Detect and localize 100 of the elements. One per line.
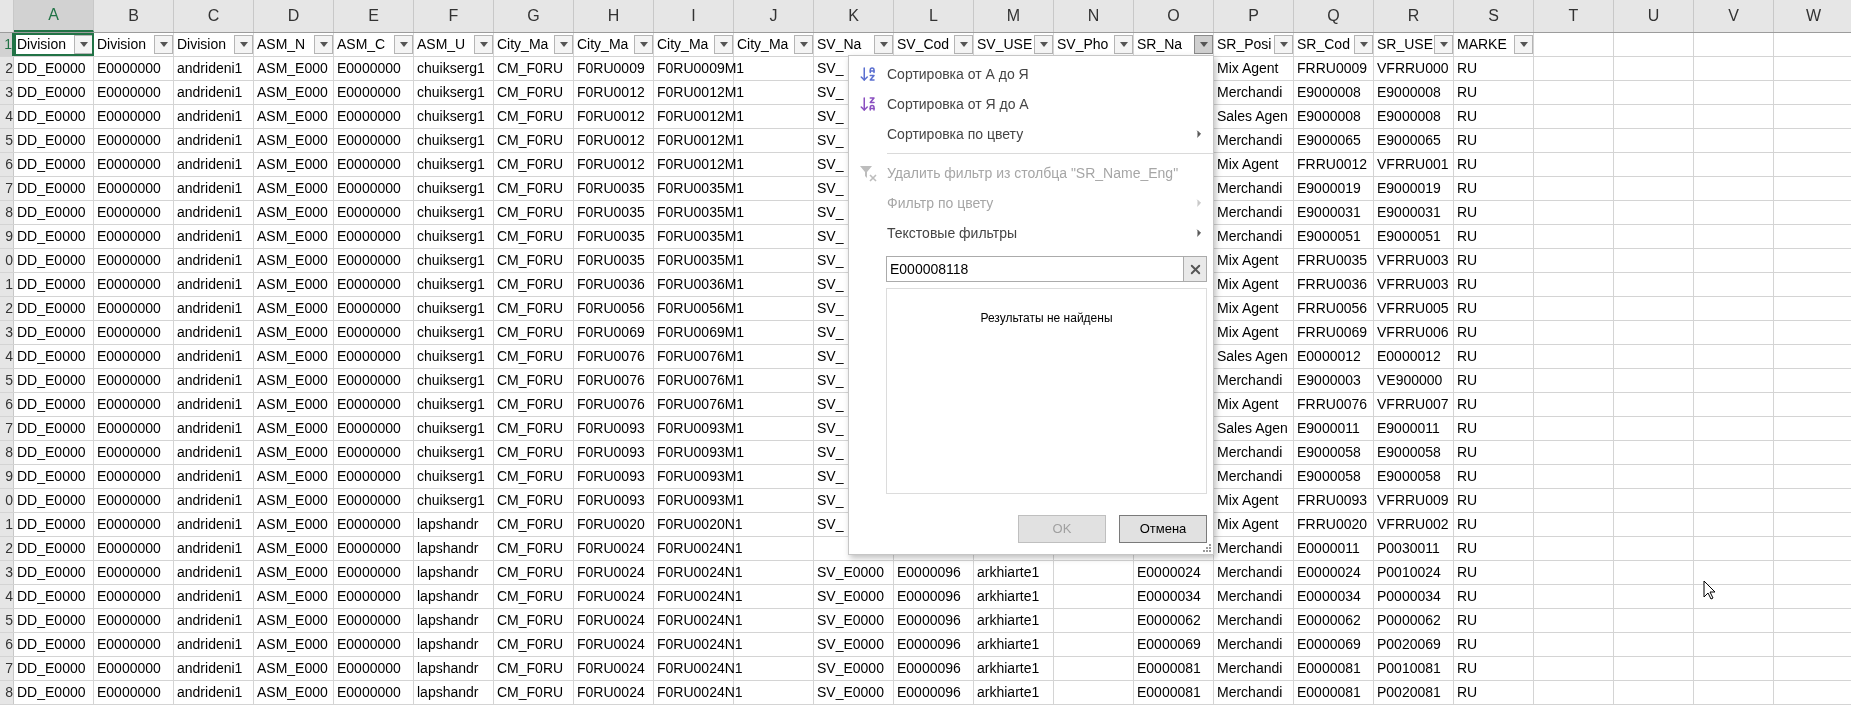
row-number[interactable]: 7 xyxy=(0,417,14,440)
row-number[interactable]: 5 xyxy=(0,369,14,392)
table-cell-text: F0RU0076 xyxy=(577,395,645,414)
menu-item[interactable]: Текстовые фильтры xyxy=(849,218,1213,248)
row-number[interactable]: 6 xyxy=(0,153,14,176)
menu-item[interactable]: Сортировка от Я до А xyxy=(849,89,1213,119)
row-number[interactable]: 2 xyxy=(0,57,14,80)
column-header[interactable]: H xyxy=(574,0,654,32)
column-header[interactable]: R xyxy=(1374,0,1454,32)
column-header[interactable]: V xyxy=(1694,0,1774,32)
row-number[interactable]: 1 xyxy=(0,273,14,296)
column-header[interactable]: P xyxy=(1214,0,1294,32)
caret-icon xyxy=(79,42,88,47)
table-cell-text: E9000031 xyxy=(1377,203,1441,222)
row-number[interactable]: 2 xyxy=(0,297,14,320)
row-number[interactable]: 1 xyxy=(0,33,14,56)
row-number[interactable]: 8 xyxy=(0,681,14,704)
column-header[interactable]: I xyxy=(654,0,734,32)
clear-search-button[interactable] xyxy=(1183,256,1207,282)
filter-dropdown-button[interactable] xyxy=(1434,35,1453,54)
row-number[interactable]: 9 xyxy=(0,465,14,488)
table-cell-text: E0000012 xyxy=(1377,347,1441,366)
row-number[interactable]: 7 xyxy=(0,177,14,200)
filter-dropdown-button[interactable] xyxy=(1034,35,1053,54)
table-cell-text: F0RU0035 xyxy=(577,251,645,270)
filter-dropdown-button[interactable] xyxy=(794,35,813,54)
table-cell-text: E0000000 xyxy=(97,155,161,174)
row-number[interactable]: 5 xyxy=(0,609,14,632)
caret-icon xyxy=(1199,42,1208,47)
table-cell-text: DD_E0000 xyxy=(17,539,86,558)
filter-dropdown-button[interactable] xyxy=(234,35,253,54)
column-header[interactable]: J xyxy=(734,0,814,32)
table-cell-text: chuikserg1 xyxy=(417,227,485,246)
row-number[interactable]: 3 xyxy=(0,321,14,344)
filter-dropdown-button[interactable] xyxy=(1354,35,1373,54)
column-header[interactable]: N xyxy=(1054,0,1134,32)
caret-icon xyxy=(1279,42,1288,47)
column-header[interactable]: A xyxy=(14,0,94,32)
table-cell-text: Mix Agent xyxy=(1217,323,1279,342)
filter-dropdown-button[interactable] xyxy=(714,35,733,54)
filter-dropdown-button[interactable] xyxy=(1194,35,1213,54)
column-header[interactable]: F xyxy=(414,0,494,32)
column-header[interactable]: S xyxy=(1454,0,1534,32)
search-field[interactable]: E000008118 xyxy=(886,256,1183,282)
table-cell-text: RU xyxy=(1457,323,1478,342)
menu-item[interactable]: Сортировка по цвету xyxy=(849,119,1213,149)
column-header[interactable]: L xyxy=(894,0,974,32)
row-number[interactable]: 5 xyxy=(0,129,14,152)
filter-dropdown-button[interactable] xyxy=(314,35,333,54)
filter-dropdown-button[interactable] xyxy=(154,35,173,54)
menu-item[interactable]: Сортировка от А до Я xyxy=(849,59,1213,89)
filter-dropdown-button[interactable] xyxy=(74,35,93,54)
table-cell-text: E0000034 xyxy=(1297,587,1361,606)
column-header[interactable]: U xyxy=(1614,0,1694,32)
table-cell-text: ASM_E000 xyxy=(257,443,328,462)
row-number[interactable]: 0 xyxy=(0,489,14,512)
filter-dropdown-button[interactable] xyxy=(954,35,973,54)
table-cell-text: Merchandi xyxy=(1217,203,1283,222)
row-number[interactable]: 9 xyxy=(0,225,14,248)
filter-dropdown-button[interactable] xyxy=(554,35,573,54)
column-header[interactable]: O xyxy=(1134,0,1214,32)
table-cell-text: andrideni1 xyxy=(177,539,243,558)
row-number[interactable]: 4 xyxy=(0,345,14,368)
column-header[interactable]: B xyxy=(94,0,174,32)
row-number[interactable]: 6 xyxy=(0,393,14,416)
table-cell-text: VFRRU000 xyxy=(1377,59,1449,78)
row-number[interactable]: 8 xyxy=(0,201,14,224)
row-number[interactable]: 7 xyxy=(0,657,14,680)
column-header[interactable]: T xyxy=(1534,0,1614,32)
filter-dropdown-button[interactable] xyxy=(1274,35,1293,54)
filter-dropdown-button[interactable] xyxy=(474,35,493,54)
row-number[interactable]: 6 xyxy=(0,633,14,656)
table-cell-text: E0000000 xyxy=(97,539,161,558)
row-number[interactable]: 4 xyxy=(0,585,14,608)
column-header[interactable]: Q xyxy=(1294,0,1374,32)
cancel-button[interactable]: Отмена xyxy=(1119,515,1207,543)
row-number[interactable]: 1 xyxy=(0,513,14,536)
filter-dropdown-button[interactable] xyxy=(394,35,413,54)
row-number[interactable]: 3 xyxy=(0,561,14,584)
row-number[interactable]: 8 xyxy=(0,441,14,464)
column-header[interactable]: D xyxy=(254,0,334,32)
filter-dropdown-button[interactable] xyxy=(1114,35,1133,54)
row-number[interactable]: 2 xyxy=(0,537,14,560)
table-cell-text: lapshandr xyxy=(417,563,479,582)
row-number[interactable]: 0 xyxy=(0,249,14,272)
filter-dropdown-button[interactable] xyxy=(634,35,653,54)
column-header[interactable]: C xyxy=(174,0,254,32)
column-header[interactable]: W xyxy=(1774,0,1851,32)
column-header[interactable]: M xyxy=(974,0,1054,32)
table-cell-text: DD_E0000 xyxy=(17,323,86,342)
table-cell-text: FRRU0009 xyxy=(1297,59,1368,78)
filter-dropdown-button[interactable] xyxy=(874,35,893,54)
row-number[interactable]: 3 xyxy=(0,81,14,104)
table-cell-text: RU xyxy=(1457,299,1478,318)
column-header[interactable]: E xyxy=(334,0,414,32)
filter-dropdown-button[interactable] xyxy=(1514,35,1533,54)
row-number[interactable]: 4 xyxy=(0,105,14,128)
table-cell-text: E9000065 xyxy=(1377,131,1441,150)
column-header[interactable]: K xyxy=(814,0,894,32)
column-header[interactable]: G xyxy=(494,0,574,32)
